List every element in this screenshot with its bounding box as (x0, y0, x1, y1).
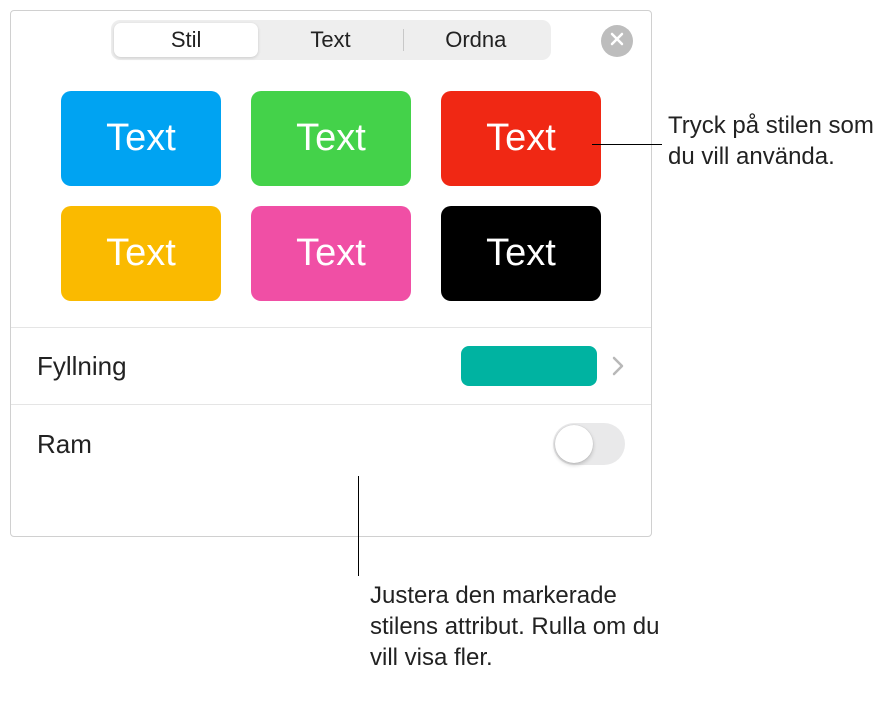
swatch-label: Text (296, 117, 366, 160)
chevron-right-icon (611, 354, 625, 378)
fill-label: Fyllning (37, 351, 127, 382)
swatch-label: Text (106, 117, 176, 160)
tab-label: Text (310, 27, 350, 53)
tab-bar: Stil Text Ordna (111, 20, 551, 60)
toggle-knob (555, 425, 593, 463)
callout-text: Justera den markerade stilens attribut. … (370, 580, 670, 674)
style-swatch-blue[interactable]: Text (61, 91, 221, 186)
style-swatch-black[interactable]: Text (441, 206, 601, 301)
border-label: Ram (37, 429, 92, 460)
tab-label: Stil (171, 27, 202, 53)
tab-style[interactable]: Stil (114, 23, 258, 57)
callout-line (592, 144, 662, 145)
fill-color-chip[interactable] (461, 346, 597, 386)
tab-arrange[interactable]: Ordna (404, 23, 548, 57)
close-icon (610, 32, 624, 51)
style-swatch-red[interactable]: Text (441, 91, 601, 186)
swatch-label: Text (486, 117, 556, 160)
callout-text: Tryck på stilen som du vill använda. (668, 110, 878, 172)
close-button[interactable] (601, 25, 633, 57)
panel-header: Stil Text Ordna (11, 11, 651, 61)
border-toggle[interactable] (553, 423, 625, 465)
border-row: Ram (11, 405, 651, 483)
swatch-label: Text (486, 232, 556, 275)
callout-line (358, 476, 359, 576)
style-swatch-pink[interactable]: Text (251, 206, 411, 301)
fill-row[interactable]: Fyllning (11, 328, 651, 405)
attribute-rows: Fyllning Ram (11, 327, 651, 483)
style-swatch-yellow[interactable]: Text (61, 206, 221, 301)
fill-value-group (461, 346, 625, 386)
tab-text[interactable]: Text (258, 23, 402, 57)
swatch-label: Text (106, 232, 176, 275)
format-panel: Stil Text Ordna Text Text Text Text (10, 10, 652, 537)
style-swatch-green[interactable]: Text (251, 91, 411, 186)
tab-label: Ordna (445, 27, 506, 53)
swatch-label: Text (296, 232, 366, 275)
style-swatch-grid: Text Text Text Text Text Text (11, 61, 651, 321)
